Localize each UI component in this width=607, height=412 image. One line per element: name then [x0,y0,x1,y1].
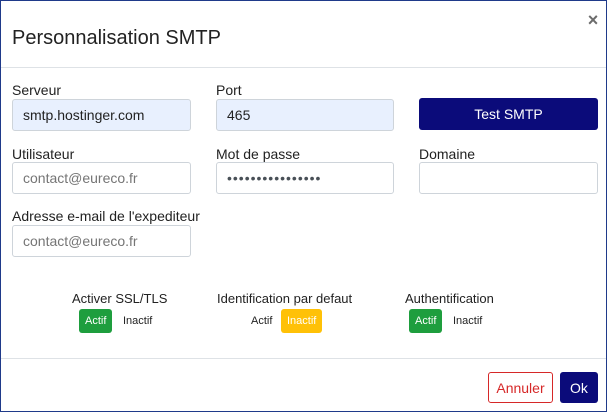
domain-input[interactable] [419,162,598,194]
test-smtp-button[interactable]: Test SMTP [419,98,598,130]
close-icon[interactable]: × [585,11,601,29]
user-input[interactable] [12,162,191,194]
user-label: Utilisateur [12,146,75,162]
auth-on-button[interactable]: Actif [409,309,443,333]
auth-toggle-label: Authentification [405,291,494,306]
dialog-header: Personnalisation SMTP × [1,1,606,68]
smtp-dialog: Personnalisation SMTP × Serveur Port Tes… [0,0,607,412]
default-id-off-button[interactable]: Inactif [281,309,323,333]
auth-off-button[interactable]: Inactif [447,309,488,333]
password-label: Mot de passe [216,146,301,162]
port-input[interactable] [216,99,394,131]
sender-input[interactable] [12,225,191,257]
ssl-toggle-label: Activer SSL/TLS [72,291,168,306]
server-input[interactable] [12,99,191,131]
password-input[interactable] [216,162,394,194]
port-label: Port [216,82,242,98]
cancel-button[interactable]: Annuler [488,372,553,403]
domain-label: Domaine [419,146,476,162]
ok-button[interactable]: Ok [560,372,598,403]
ssl-off-button[interactable]: Inactif [117,309,158,333]
default-id-toggle-label: Identification par defaut [217,291,353,306]
dialog-title: Personnalisation SMTP [12,27,221,49]
default-id-on-button[interactable]: Actif [245,309,278,333]
ssl-on-button[interactable]: Actif [79,309,113,333]
footer-divider [1,358,606,359]
sender-label: Adresse e-mail de l'expediteur [12,208,200,224]
server-label: Serveur [12,82,62,98]
